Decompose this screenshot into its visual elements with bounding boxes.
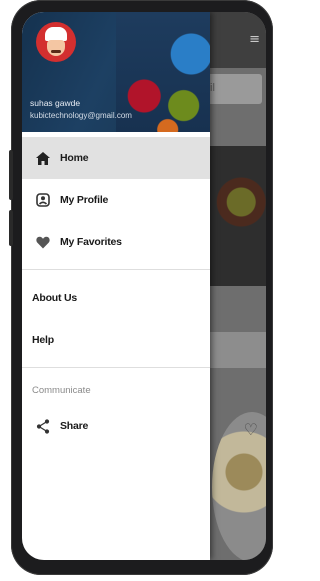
background-food-image bbox=[204, 146, 266, 286]
chef-hat-icon bbox=[45, 27, 67, 41]
user-email: kubictechnology@gmail.com bbox=[30, 111, 132, 120]
menu-item-help[interactable]: Help bbox=[22, 319, 210, 361]
divider bbox=[22, 269, 210, 270]
side-button bbox=[9, 150, 13, 200]
volume-button bbox=[9, 210, 13, 246]
profile-icon bbox=[22, 193, 60, 207]
menu-item-label: My Favorites bbox=[60, 236, 122, 248]
menu-item-about-us[interactable]: About Us bbox=[22, 277, 210, 319]
home-icon bbox=[22, 151, 60, 165]
divider bbox=[22, 367, 210, 368]
overflow-menu-icon[interactable]: ≡ bbox=[249, 32, 260, 47]
drawer-header: suhas gawde kubictechnology@gmail.com bbox=[22, 12, 210, 132]
menu-item-label: Home bbox=[60, 152, 89, 164]
section-header-communicate: Communicate bbox=[32, 384, 91, 396]
background-card bbox=[204, 332, 266, 368]
chef-face-icon bbox=[47, 40, 65, 56]
drawer-menu: Home My Profile My Favorites About Us He… bbox=[22, 137, 210, 447]
screen: ≡ il ♡ suhas gawde kubictechnology@gmail… bbox=[22, 12, 266, 560]
share-icon bbox=[22, 418, 60, 434]
heart-icon bbox=[22, 236, 60, 249]
menu-item-share[interactable]: Share bbox=[22, 405, 210, 447]
menu-item-label: My Profile bbox=[60, 194, 109, 206]
menu-item-label: Share bbox=[60, 420, 89, 432]
menu-item-my-profile[interactable]: My Profile bbox=[22, 179, 210, 221]
menu-item-my-favorites[interactable]: My Favorites bbox=[22, 221, 210, 263]
chef-mustache-icon bbox=[51, 50, 61, 53]
background-heart-icon[interactable]: ♡ bbox=[244, 420, 258, 440]
avatar[interactable] bbox=[36, 22, 76, 62]
navigation-drawer: suhas gawde kubictechnology@gmail.com Ho… bbox=[22, 12, 210, 560]
menu-item-home[interactable]: Home bbox=[22, 137, 210, 179]
user-name: suhas gawde bbox=[30, 98, 81, 108]
